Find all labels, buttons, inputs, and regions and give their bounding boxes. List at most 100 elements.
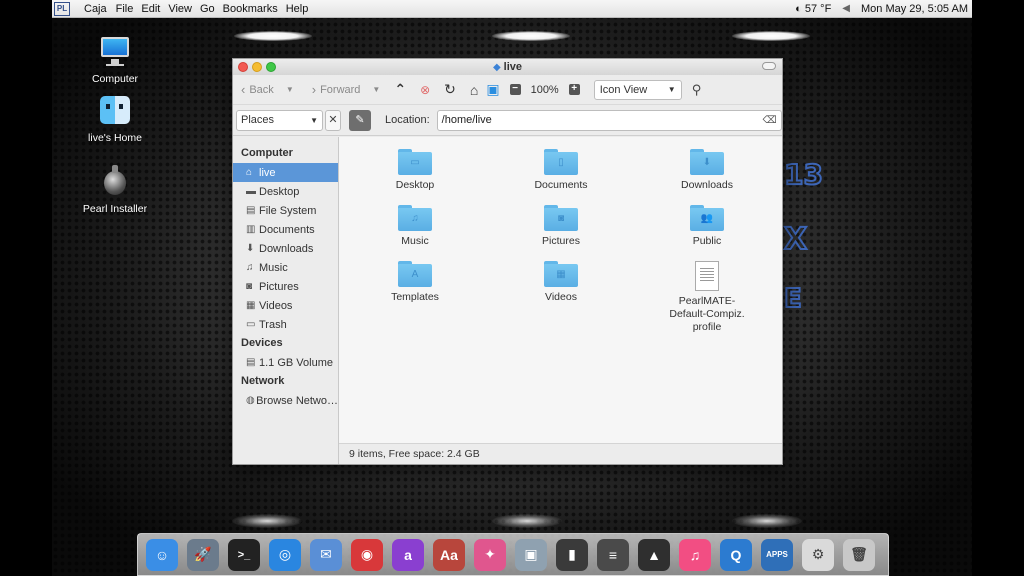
weather-temp: 57 °F xyxy=(804,2,832,15)
places-sidebar: Computer ⌂ live ▬ Desktop ▤ File System ▥ Docum… xyxy=(233,137,339,464)
sidebar-item-documents[interactable]: ▥ Documents xyxy=(233,220,338,239)
sidebar-item-label: Pictures xyxy=(259,280,299,293)
drive-icon: ▤ xyxy=(246,205,256,216)
dock-video-editor-icon[interactable]: ▮ xyxy=(556,538,588,571)
menu-help[interactable]: Help xyxy=(286,3,309,15)
dock-settings-icon[interactable]: ⚙ xyxy=(802,538,834,571)
dock-app-a-icon[interactable]: a xyxy=(392,538,424,571)
music-icon: ♫ xyxy=(246,262,254,273)
dock-preview-icon[interactable]: ▣ xyxy=(515,538,547,571)
desktop-icon-home[interactable]: live's Home xyxy=(70,94,160,144)
dock-mail-icon[interactable]: ✉ xyxy=(310,538,342,571)
icon-view[interactable]: ▭ Desktop ▯ Documents ⬇ Downloads ♫ Music ◙ Pictu… xyxy=(339,137,782,443)
menu-bookmarks[interactable]: Bookmarks xyxy=(223,3,278,15)
sidebar-item-live[interactable]: ⌂ live xyxy=(233,163,338,182)
computer-icon[interactable]: ▣ xyxy=(486,81,499,98)
sidebar-item-browse-netwo[interactable]: ◍ Browse Netwo… xyxy=(233,391,338,410)
window-titlebar[interactable]: ◆ live xyxy=(233,59,782,75)
desktop-icon-installer[interactable]: Pearl Installer xyxy=(70,165,160,215)
dock-browser-icon[interactable]: ✦ xyxy=(474,538,506,571)
forward-history-dropdown[interactable]: ▼ xyxy=(372,85,380,94)
sidebar-item-videos[interactable]: ▦ Videos xyxy=(233,296,338,315)
sidebar-item-label: Documents xyxy=(259,223,315,236)
menu-bar: PL Caja File Edit View Go Bookmarks Help… xyxy=(52,0,972,18)
desktop-icon-computer[interactable]: Computer xyxy=(70,35,160,85)
dock-mixer-icon[interactable]: ≡ xyxy=(597,538,629,571)
dock-terminal-icon[interactable]: >_ xyxy=(228,538,260,571)
dock-apps-icon[interactable]: APPS xyxy=(761,538,793,571)
status-text: 9 items, Free space: 2.4 GB xyxy=(349,448,480,460)
zoom-in-button[interactable]: + xyxy=(568,84,580,95)
zoom-out-button[interactable]: − xyxy=(509,84,521,95)
dock-trash-icon[interactable]: 🗑 xyxy=(843,538,875,571)
menu-file[interactable]: File xyxy=(116,3,134,15)
folder-item[interactable]: A Templates xyxy=(355,261,475,304)
folder-icon: ♫ xyxy=(398,205,432,231)
floor-light xyxy=(492,514,562,528)
zoom-level[interactable]: 100% xyxy=(531,84,559,96)
dock-launchpad-icon[interactable]: 🚀 xyxy=(187,538,219,571)
dock-screen-recorder-icon[interactable]: ◉ xyxy=(351,538,383,571)
folder-item[interactable]: ▦ Videos xyxy=(501,261,621,304)
sidebar-item-downloads[interactable]: ⬇ Downloads xyxy=(233,239,338,258)
menu-app-name[interactable]: Caja xyxy=(84,3,107,15)
sidebar-pane-select[interactable]: Places ▼ xyxy=(236,109,323,131)
trash-icon: ▭ xyxy=(246,319,256,330)
videos-icon: ▦ xyxy=(246,300,256,311)
menu-edit[interactable]: Edit xyxy=(141,3,160,15)
back-history-dropdown[interactable]: ▼ xyxy=(286,85,294,94)
weather-widget[interactable]: ◐ 57 °F xyxy=(795,3,831,15)
search-icon[interactable]: ⚲ xyxy=(692,82,702,98)
view-mode-select[interactable]: Icon View ▼ xyxy=(593,79,682,100)
file-item[interactable]: PearlMATE- Default-Compiz. profile xyxy=(647,261,767,334)
ceiling-light xyxy=(234,31,312,41)
reload-icon[interactable]: ↻ xyxy=(444,81,456,98)
volume-icon[interactable]: ◀ xyxy=(842,3,850,14)
window-body: Computer ⌂ live ▬ Desktop ▤ File System ▥ Docum… xyxy=(233,137,782,464)
sidebar-item-1-1-gb-volume[interactable]: ▤ 1.1 GB Volume xyxy=(233,353,338,372)
sidebar-item-file-system[interactable]: ▤ File System xyxy=(233,201,338,220)
text-file-icon xyxy=(695,261,719,291)
dock-finder-icon[interactable]: ☺ xyxy=(146,538,178,571)
home-icon[interactable]: ⌂ xyxy=(470,82,478,98)
pearl-logo-icon[interactable]: PL xyxy=(54,1,70,16)
close-sidebar-button[interactable]: ✕ xyxy=(325,109,341,131)
toolbar-toggle-button[interactable] xyxy=(762,62,776,70)
edit-location-button[interactable]: ✎ xyxy=(349,109,371,131)
dock-safari-icon[interactable]: ◎ xyxy=(269,538,301,571)
dock-itunes-icon[interactable]: ♫ xyxy=(679,538,711,571)
folder-icon: A xyxy=(398,261,432,287)
menu-view[interactable]: View xyxy=(168,3,192,15)
folder-item[interactable]: ♫ Music xyxy=(355,205,475,248)
folder-item[interactable]: 👥 Public xyxy=(647,205,767,248)
folder-item[interactable]: ▭ Desktop xyxy=(355,149,475,192)
folder-item[interactable]: ◙ Pictures xyxy=(501,205,621,248)
up-arrow-icon[interactable]: ⌃ xyxy=(394,81,406,98)
clear-icon[interactable]: ⌫ xyxy=(763,115,777,126)
folder-icon: ▦ xyxy=(544,261,578,287)
back-button[interactable]: ‹ Back xyxy=(241,82,274,97)
file-name: Videos xyxy=(545,291,577,303)
dock-quicktime-icon[interactable]: Q xyxy=(720,538,752,571)
desktop-icon-label: live's Home xyxy=(88,132,142,144)
ceiling-light xyxy=(492,31,570,41)
sidebar-header-network: Network xyxy=(241,375,285,387)
location-input[interactable]: /home/live ⌫ xyxy=(436,109,782,131)
sidebar-header-computer: Computer xyxy=(241,147,293,159)
documents-icon: ▥ xyxy=(246,224,256,235)
forward-button[interactable]: › Forward xyxy=(312,82,361,97)
dock-inkscape-icon[interactable]: ▲ xyxy=(638,538,670,571)
clock[interactable]: Mon May 29, 5:05 AM xyxy=(861,3,968,15)
installer-icon xyxy=(98,165,132,199)
sidebar-item-trash[interactable]: ▭ Trash xyxy=(233,315,338,334)
stop-icon[interactable]: ⊗ xyxy=(420,83,430,97)
menu-go[interactable]: Go xyxy=(200,3,215,15)
sidebar-item-label: Videos xyxy=(259,299,293,312)
dock-dictionary-icon[interactable]: Aa xyxy=(433,538,465,571)
sidebar-item-desktop[interactable]: ▬ Desktop xyxy=(233,182,338,201)
folder-item[interactable]: ⬇ Downloads xyxy=(647,149,767,192)
folder-item[interactable]: ▯ Documents xyxy=(501,149,621,192)
network-icon: ◍ xyxy=(246,395,255,406)
sidebar-item-music[interactable]: ♫ Music xyxy=(233,258,338,277)
sidebar-item-pictures[interactable]: ◙ Pictures xyxy=(233,277,338,296)
